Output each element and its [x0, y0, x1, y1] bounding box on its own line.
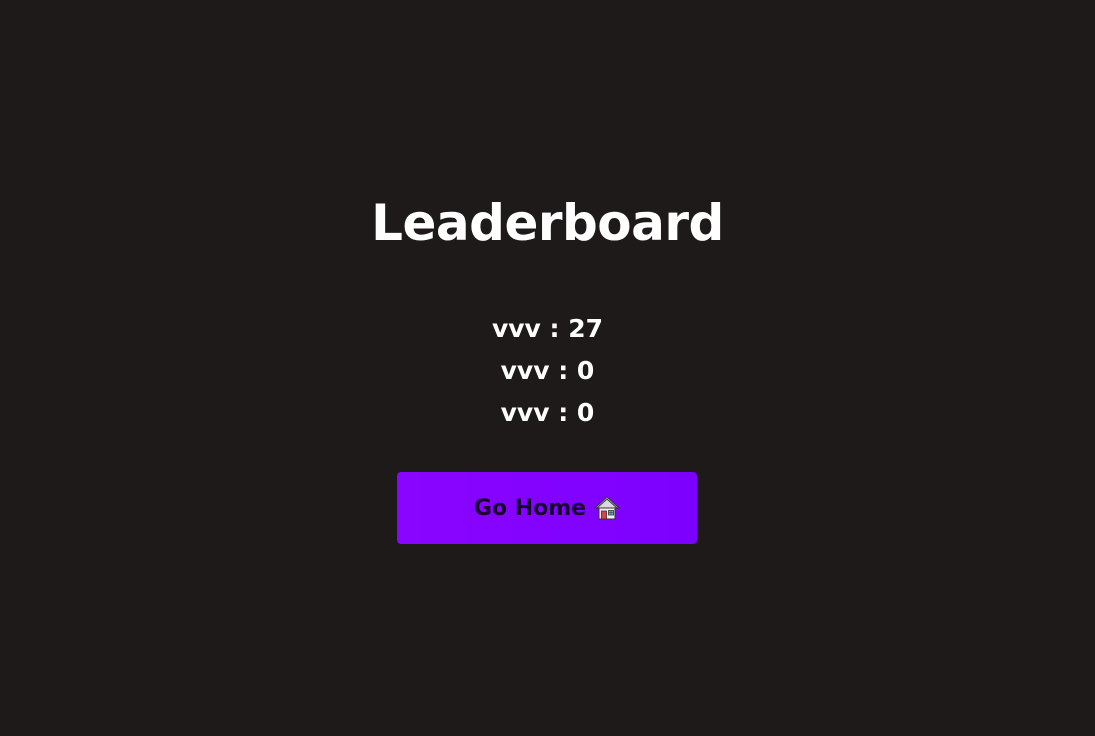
- house-icon: [593, 495, 621, 521]
- leaderboard-entry: vvv : 27: [491, 314, 604, 343]
- go-home-button[interactable]: Go Home: [397, 472, 697, 544]
- page-title: Leaderboard: [371, 194, 724, 252]
- leaderboard-list: vvv : 27 vvv : 0 vvv : 0: [0, 308, 1095, 434]
- go-home-label: Go Home: [473, 495, 587, 521]
- leaderboard-entry: vvv : 0: [500, 356, 595, 385]
- leaderboard-page: Leaderboard vvv : 27 vvv : 0 vvv : 0 Go …: [0, 0, 1095, 736]
- leaderboard-entry: vvv : 0: [500, 398, 595, 427]
